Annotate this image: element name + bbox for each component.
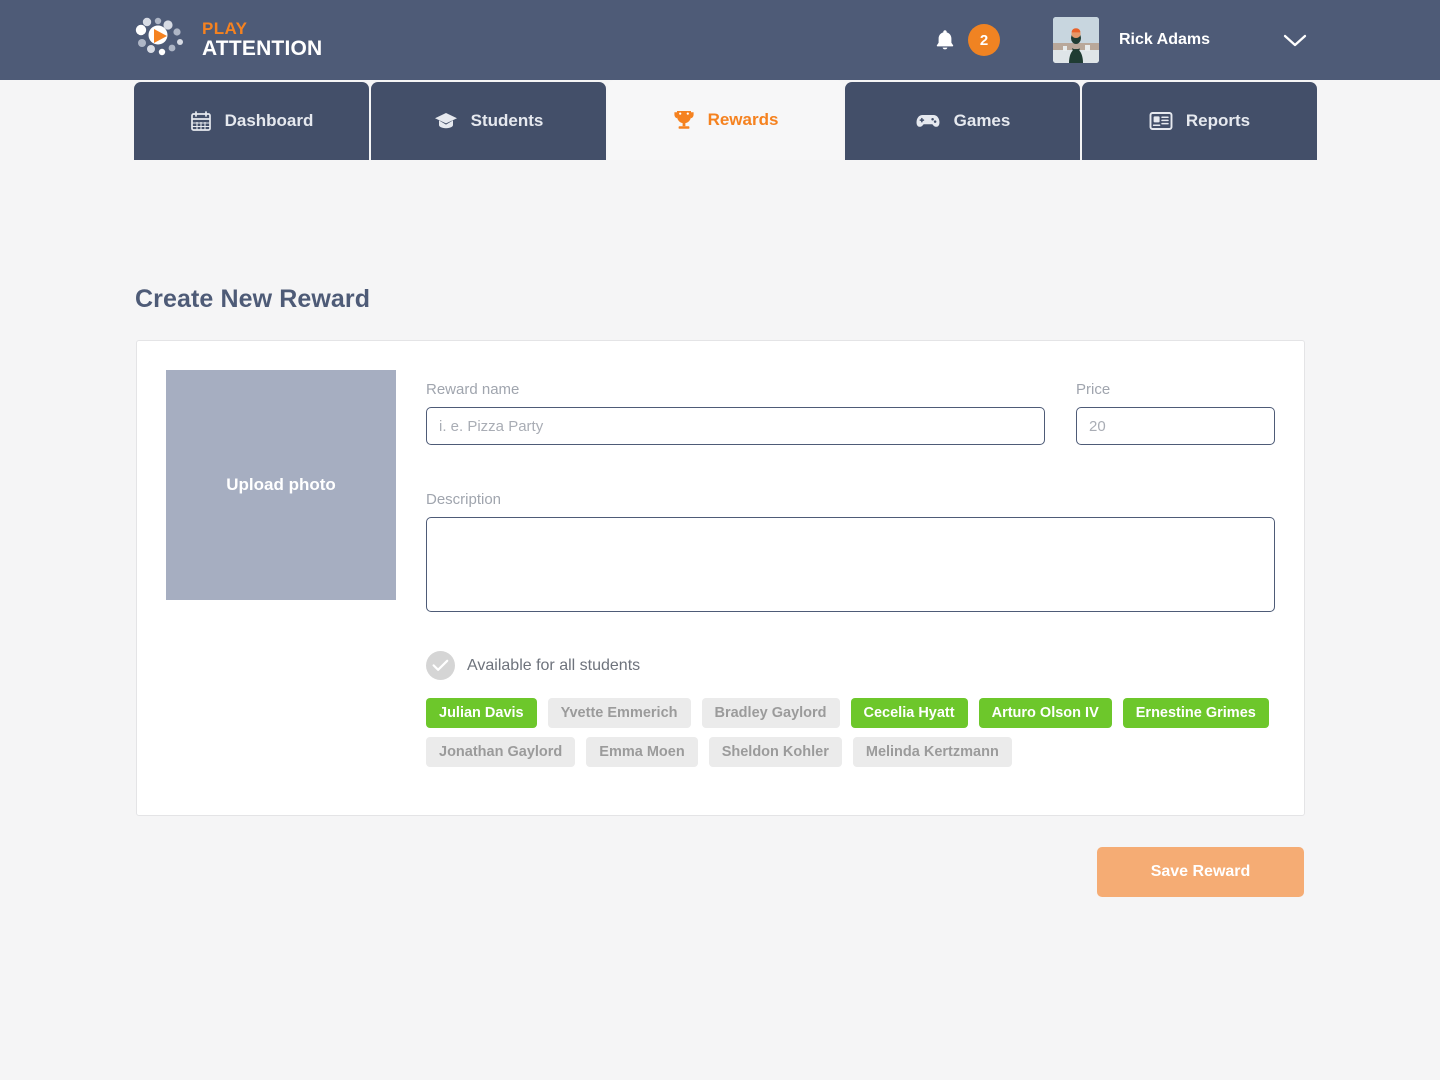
upload-photo-dropzone[interactable]: Upload photo bbox=[166, 370, 396, 600]
student-chip-list: Julian Davis Yvette Emmerich Bradley Gaylo… bbox=[426, 698, 1286, 767]
tab-games[interactable]: Games bbox=[845, 82, 1080, 160]
price-label: Price bbox=[1076, 381, 1111, 398]
report-card-icon bbox=[1149, 111, 1173, 131]
student-chip[interactable]: Cecelia Hyatt bbox=[850, 698, 968, 728]
logo-text-attention: ATTENTION bbox=[202, 36, 323, 60]
tab-students[interactable]: Students bbox=[371, 82, 606, 160]
reward-name-label: Reward name bbox=[426, 381, 520, 398]
description-field-group: Description bbox=[426, 491, 1275, 617]
price-field-group: Price bbox=[1076, 381, 1275, 445]
student-chip[interactable]: Ernestine Grimes bbox=[1122, 698, 1269, 728]
check-circle-icon[interactable] bbox=[426, 651, 455, 680]
student-chip[interactable]: Arturo Olson IV bbox=[978, 698, 1112, 728]
tab-rewards[interactable]: Rewards bbox=[608, 80, 843, 160]
brand-logo[interactable]: PLAY ATTENTION bbox=[134, 16, 322, 62]
tab-reports[interactable]: Reports bbox=[1082, 82, 1317, 160]
page-title: Create New Reward bbox=[135, 285, 371, 313]
main-navigation-tabs: Dashboard Students Rewards Games Reports bbox=[134, 80, 1319, 160]
chevron-down-icon[interactable] bbox=[1282, 32, 1308, 48]
tab-label: Games bbox=[953, 111, 1011, 130]
logo-text-play: PLAY bbox=[202, 18, 248, 38]
bell-icon[interactable] bbox=[928, 23, 962, 57]
tab-label: Reports bbox=[1185, 111, 1251, 130]
student-chip[interactable]: Emma Moen bbox=[586, 737, 698, 767]
graduation-cap-icon bbox=[434, 110, 458, 132]
available-for-all-students-label: Available for all students bbox=[467, 656, 641, 674]
name-price-row: Reward name Price bbox=[426, 381, 1275, 445]
student-chip[interactable]: Bradley Gaylord bbox=[701, 698, 840, 728]
available-for-all-students-toggle[interactable]: Available for all students bbox=[426, 651, 640, 680]
top-header-bar: PLAY ATTENTION 2 Rick Adams bbox=[0, 0, 1440, 80]
tab-label: Dashboard bbox=[224, 111, 314, 130]
notification-count-badge[interactable]: 2 bbox=[968, 24, 1000, 56]
create-reward-card: Upload photo Reward name Price Descripti… bbox=[136, 340, 1305, 816]
upload-photo-label: Upload photo bbox=[226, 475, 336, 494]
reward-name-input[interactable] bbox=[426, 407, 1045, 445]
calendar-icon bbox=[190, 110, 212, 132]
gamepad-icon bbox=[915, 111, 941, 131]
price-input[interactable] bbox=[1076, 407, 1275, 445]
tab-label: Students bbox=[470, 111, 544, 130]
user-name-label: Rick Adams bbox=[1119, 31, 1210, 48]
avatar[interactable] bbox=[1053, 17, 1099, 63]
tab-dashboard[interactable]: Dashboard bbox=[134, 82, 369, 160]
save-reward-button[interactable]: Save Reward bbox=[1097, 847, 1304, 897]
student-chip[interactable]: Jonathan Gaylord bbox=[426, 737, 576, 767]
trophy-icon bbox=[673, 109, 695, 131]
description-textarea[interactable] bbox=[426, 517, 1275, 612]
student-chip[interactable]: Melinda Kertzmann bbox=[852, 737, 1012, 767]
student-chip[interactable]: Yvette Emmerich bbox=[547, 698, 691, 728]
play-attention-logo-icon bbox=[134, 16, 190, 62]
description-label: Description bbox=[426, 491, 502, 508]
student-chip[interactable]: Sheldon Kohler bbox=[708, 737, 842, 767]
student-chip[interactable]: Julian Davis bbox=[426, 698, 537, 728]
header-right-cluster: 2 Rick Adams bbox=[928, 0, 1308, 80]
tab-label: Rewards bbox=[707, 110, 779, 129]
reward-name-field-group: Reward name bbox=[426, 381, 1045, 445]
